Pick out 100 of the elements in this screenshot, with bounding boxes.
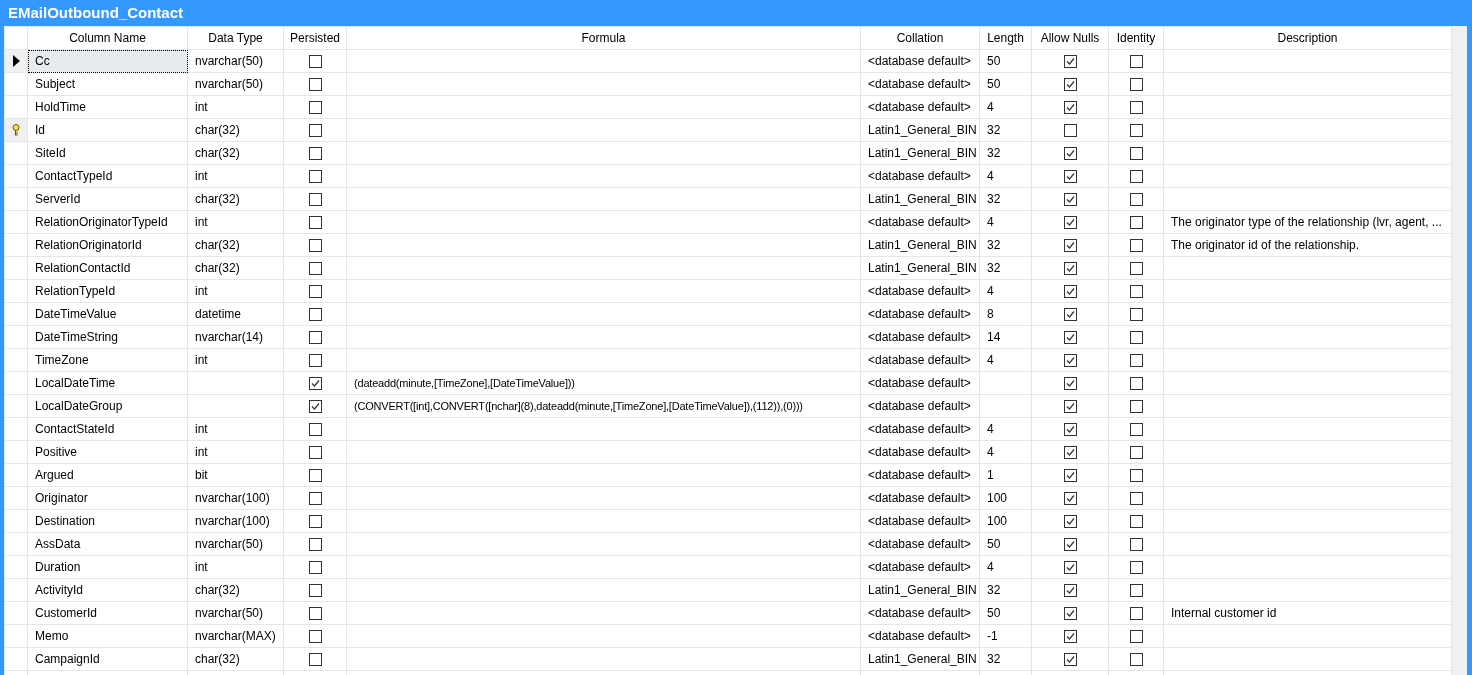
checkbox[interactable]	[308, 238, 322, 252]
checkbox[interactable]	[1129, 399, 1143, 413]
checkbox[interactable]	[1063, 238, 1077, 252]
checkbox[interactable]	[1063, 284, 1077, 298]
checkbox[interactable]	[1063, 537, 1077, 551]
checkbox[interactable]	[308, 491, 322, 505]
checkbox[interactable]	[308, 445, 322, 459]
column-header[interactable]: Column Name	[27, 26, 188, 50]
checkbox[interactable]	[1063, 77, 1077, 91]
checkbox[interactable]	[1129, 284, 1143, 298]
checkbox[interactable]	[1129, 514, 1143, 528]
checkbox[interactable]	[1063, 307, 1077, 321]
checkbox[interactable]	[1129, 560, 1143, 574]
checkbox[interactable]	[1063, 560, 1077, 574]
checkbox[interactable]	[1129, 422, 1143, 436]
checkbox[interactable]	[1063, 261, 1077, 275]
checkbox[interactable]	[1129, 652, 1143, 666]
checkbox[interactable]	[308, 629, 322, 643]
checkbox[interactable]	[1129, 215, 1143, 229]
column-header[interactable]: Formula	[346, 26, 861, 50]
checkbox[interactable]	[308, 123, 322, 137]
checkbox[interactable]	[1063, 445, 1077, 459]
table-cell: 4	[987, 422, 994, 436]
checkbox[interactable]	[1129, 468, 1143, 482]
checkbox[interactable]	[1129, 376, 1143, 390]
checkbox[interactable]	[308, 376, 322, 390]
checkbox[interactable]	[1063, 606, 1077, 620]
checkbox[interactable]	[308, 77, 322, 91]
table-cell: nvarchar(50)	[195, 537, 264, 551]
table-cell: Latin1_General_BIN	[868, 123, 977, 137]
checkbox[interactable]	[1129, 491, 1143, 505]
checkbox[interactable]	[308, 514, 322, 528]
checkbox[interactable]	[1063, 376, 1077, 390]
checkbox[interactable]	[1129, 192, 1143, 206]
table-cell: 50	[987, 77, 1001, 91]
checkbox[interactable]	[1129, 307, 1143, 321]
checkbox[interactable]	[1063, 583, 1077, 597]
checkbox[interactable]	[308, 399, 322, 413]
checkbox[interactable]	[1129, 537, 1143, 551]
checkbox[interactable]	[1129, 629, 1143, 643]
checkbox[interactable]	[308, 169, 322, 183]
checkbox[interactable]	[1063, 215, 1077, 229]
checkbox[interactable]	[1063, 192, 1077, 206]
checkbox[interactable]	[1063, 514, 1077, 528]
table-cell: Latin1_General_BIN	[868, 146, 977, 160]
column-header[interactable]: Collation	[860, 26, 980, 50]
table-cell: 4	[987, 215, 994, 229]
checkbox[interactable]	[308, 353, 322, 367]
column-header[interactable]: Description	[1163, 26, 1452, 50]
checkbox[interactable]	[308, 422, 322, 436]
checkbox[interactable]	[1129, 123, 1143, 137]
checkbox[interactable]	[1063, 422, 1077, 436]
column-header[interactable]: Allow Nulls	[1031, 26, 1109, 50]
column-header[interactable]: Data Type	[187, 26, 284, 50]
checkbox[interactable]	[1063, 468, 1077, 482]
checkbox[interactable]	[308, 537, 322, 551]
checkbox[interactable]	[308, 606, 322, 620]
checkbox[interactable]	[1063, 491, 1077, 505]
column-header[interactable]: Length	[979, 26, 1032, 50]
checkbox[interactable]	[1129, 606, 1143, 620]
checkbox[interactable]	[1129, 330, 1143, 344]
checkbox[interactable]	[1063, 330, 1077, 344]
checkbox[interactable]	[308, 560, 322, 574]
table-cell: int	[195, 215, 208, 229]
checkbox[interactable]	[308, 100, 322, 114]
checkbox[interactable]	[1129, 54, 1143, 68]
table-cell: <database default>	[868, 376, 971, 390]
checkbox[interactable]	[1129, 100, 1143, 114]
checkbox[interactable]	[1129, 238, 1143, 252]
checkbox[interactable]	[308, 215, 322, 229]
checkbox[interactable]	[1129, 77, 1143, 91]
checkbox[interactable]	[1129, 445, 1143, 459]
checkbox[interactable]	[308, 468, 322, 482]
checkbox[interactable]	[1129, 583, 1143, 597]
checkbox[interactable]	[1063, 123, 1077, 137]
column-header[interactable]: Persisted	[283, 26, 347, 50]
checkbox[interactable]	[308, 54, 322, 68]
checkbox[interactable]	[1063, 629, 1077, 643]
checkbox[interactable]	[1063, 169, 1077, 183]
checkbox[interactable]	[1129, 146, 1143, 160]
checkbox[interactable]	[1063, 353, 1077, 367]
checkbox[interactable]	[1129, 353, 1143, 367]
checkbox[interactable]	[1063, 54, 1077, 68]
checkbox[interactable]	[1129, 169, 1143, 183]
checkbox[interactable]	[308, 330, 322, 344]
checkbox[interactable]	[308, 652, 322, 666]
checkbox[interactable]	[308, 146, 322, 160]
checkbox[interactable]	[1063, 100, 1077, 114]
row-header[interactable]	[4, 49, 28, 73]
column-header[interactable]: Identity	[1108, 26, 1164, 50]
checkbox[interactable]	[1129, 261, 1143, 275]
table-cell: AssData	[35, 537, 81, 551]
checkbox[interactable]	[308, 261, 322, 275]
checkbox[interactable]	[1063, 146, 1077, 160]
checkbox[interactable]	[308, 307, 322, 321]
checkbox[interactable]	[308, 192, 322, 206]
checkbox[interactable]	[1063, 399, 1077, 413]
checkbox[interactable]	[308, 583, 322, 597]
checkbox[interactable]	[1063, 652, 1077, 666]
checkbox[interactable]	[308, 284, 322, 298]
